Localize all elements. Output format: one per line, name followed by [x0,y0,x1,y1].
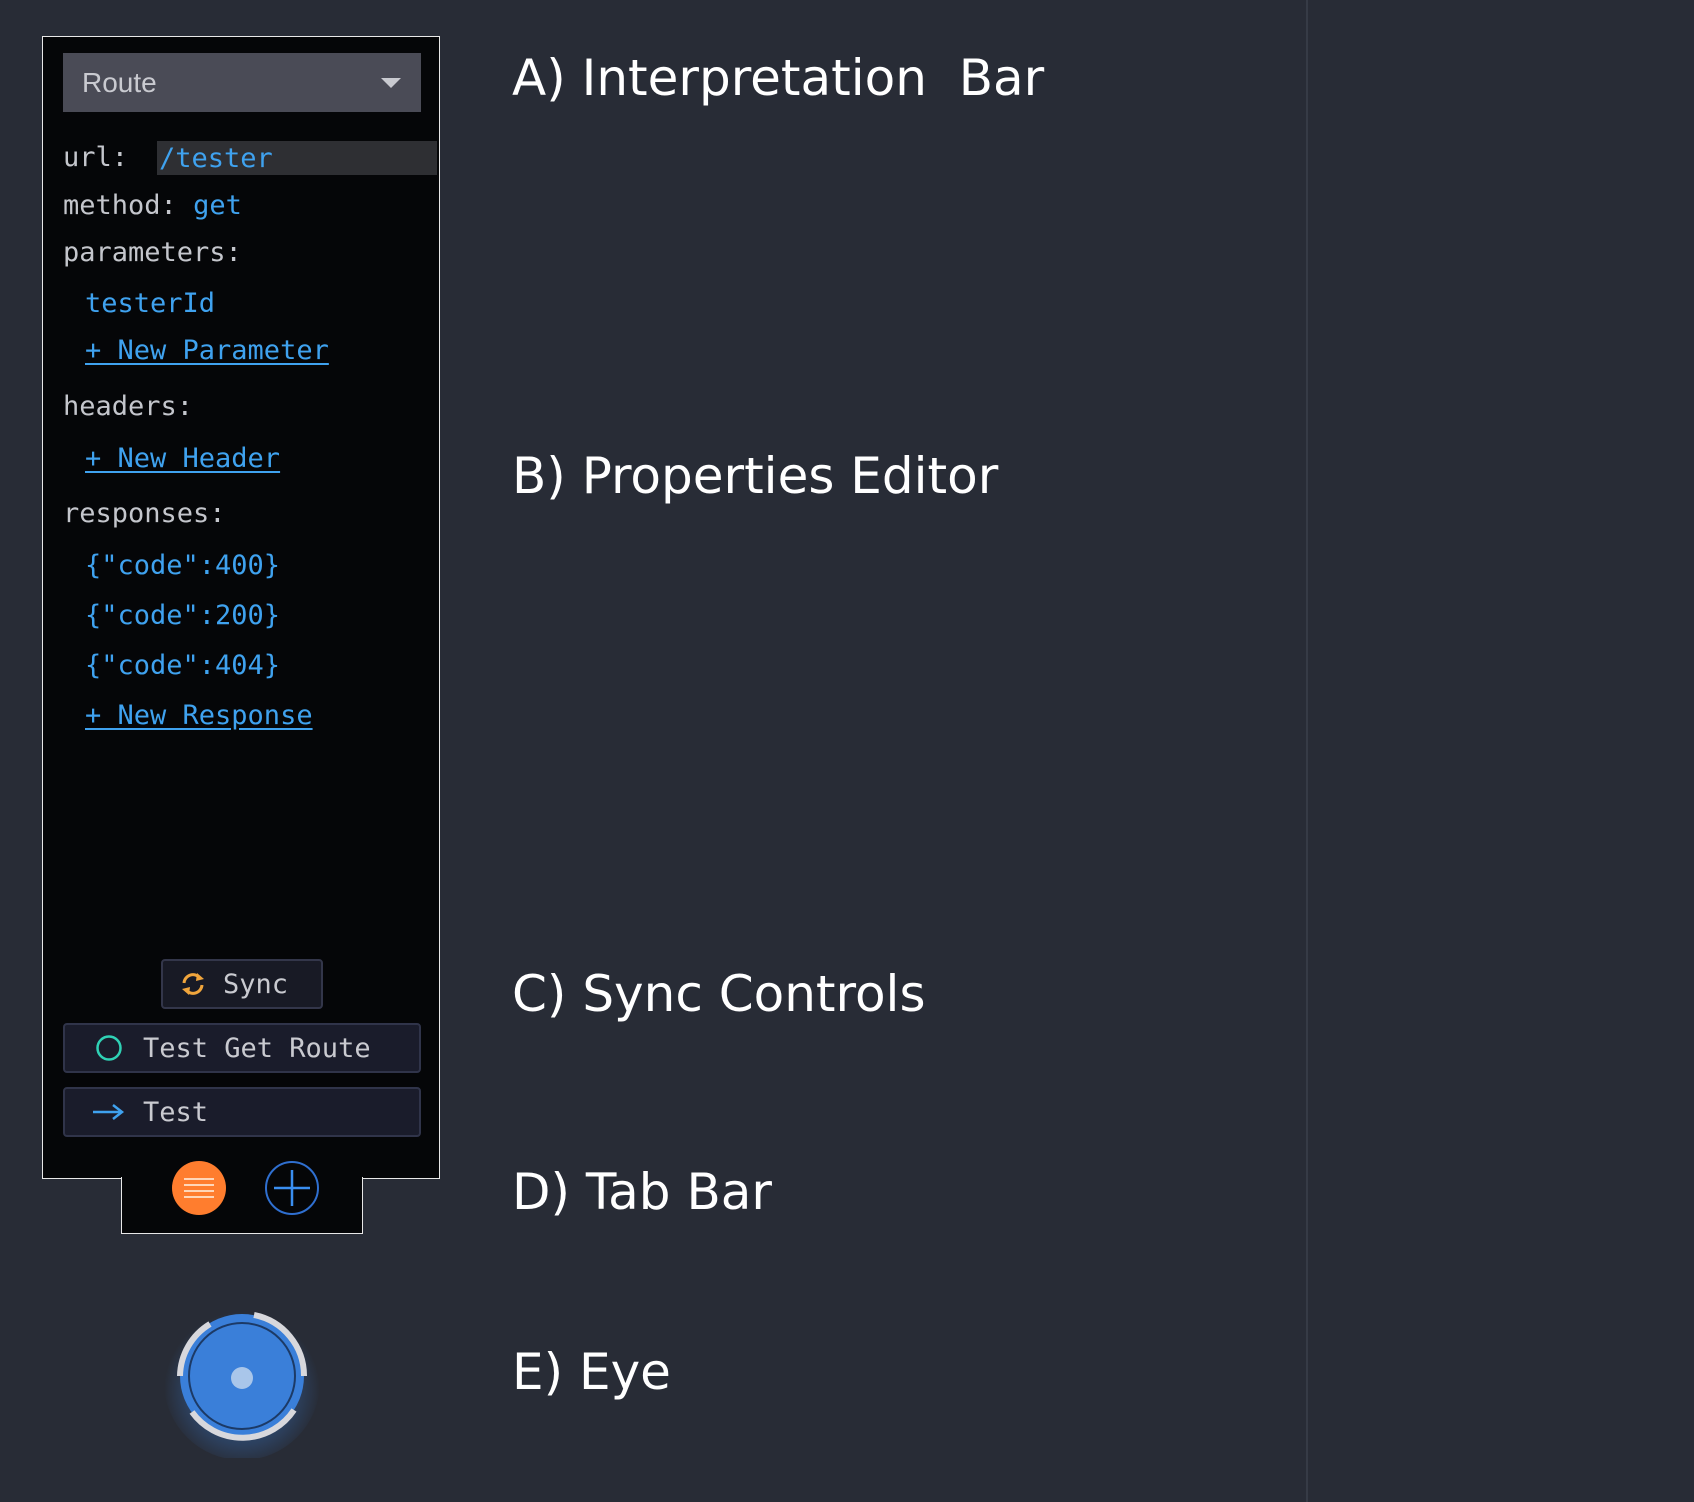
vertical-divider [1306,0,1308,1502]
circle-icon [95,1034,123,1062]
test-button[interactable]: Test [63,1087,421,1137]
annotation-eye: E) Eye [512,1343,671,1401]
responses-label: responses: [63,498,226,529]
sync-icon [179,970,207,998]
new-header-link[interactable]: + New Header [85,442,280,476]
new-parameter-link[interactable]: + New Parameter [85,334,329,368]
method-label: method: [63,190,177,221]
sync-label: Sync [223,968,289,1000]
url-label: url: [63,142,129,173]
annotation-sync-controls: C) Sync Controls [512,965,926,1023]
annotation-tab-bar: D) Tab Bar [512,1163,772,1221]
parameter-item[interactable]: testerId [85,287,215,321]
parameters-label: parameters: [63,237,242,268]
menu-tab-button[interactable] [172,1161,226,1215]
eye-icon [164,1304,320,1460]
response-item[interactable]: {"code":400} [85,549,280,583]
test-route-button[interactable]: Test Get Route [63,1023,421,1073]
sidebar-panel: Route url: method: get parameters: teste… [42,36,440,1234]
annotation-interpretation-bar: A) Interpretation Bar [512,49,1045,107]
arrow-right-icon [91,1102,125,1122]
sync-button[interactable]: Sync [161,959,323,1009]
url-input[interactable] [157,141,437,175]
eye-button[interactable] [162,1298,322,1460]
interpretation-bar-value: Route [82,66,157,98]
tab-bar [121,1177,363,1234]
response-item[interactable]: {"code":404} [85,649,280,683]
chevron-down-icon [381,78,401,88]
interpretation-bar-dropdown[interactable]: Route [63,53,421,112]
plus-icon [265,1161,319,1215]
new-response-link[interactable]: + New Response [85,699,313,733]
test-route-label: Test Get Route [143,1032,371,1064]
panel-body: Route url: method: get parameters: teste… [42,36,440,1179]
add-tab-button[interactable] [264,1160,320,1216]
method-value[interactable]: get [193,190,242,221]
headers-label: headers: [63,391,194,422]
test-label: Test [143,1096,209,1128]
response-item[interactable]: {"code":200} [85,599,280,633]
method-row: method: get [63,189,242,223]
annotation-properties-editor: B) Properties Editor [512,447,999,505]
url-row: url: [63,141,437,175]
